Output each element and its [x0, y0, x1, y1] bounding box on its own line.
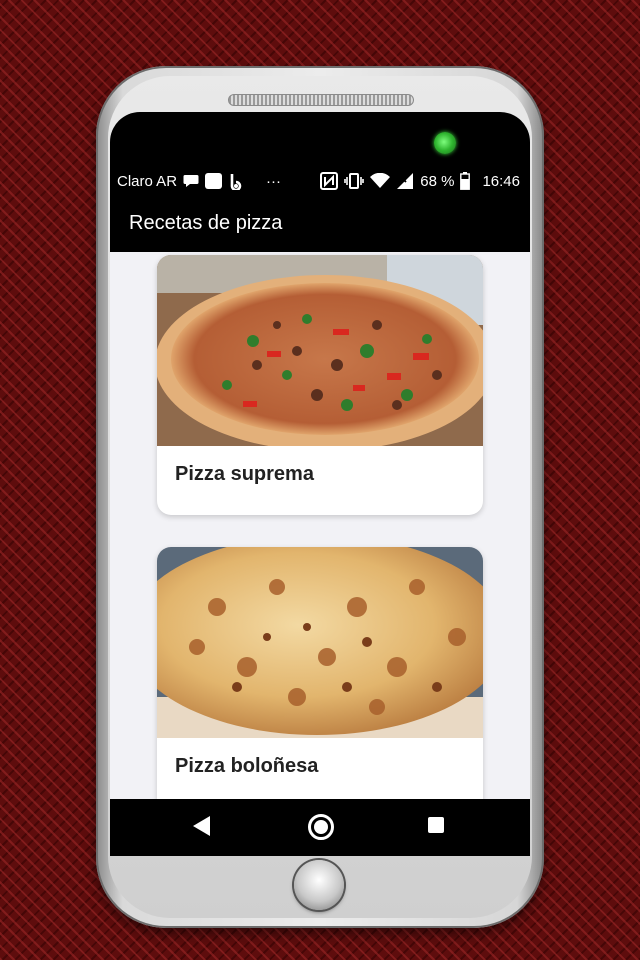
recipe-card-pizza-suprema[interactable]: Pizza suprema — [157, 255, 483, 515]
back-icon[interactable] — [193, 816, 210, 836]
battery-icon — [460, 172, 471, 190]
navigation-bar — [110, 799, 530, 856]
screen: Claro AR ··· 68 % 16:46 Recetas de pizza… — [110, 166, 530, 856]
battery-percent: 68 % — [420, 172, 455, 190]
more-notifications-dots: ··· — [266, 172, 282, 190]
wifi-icon — [370, 173, 391, 188]
vibrate-icon — [344, 173, 365, 189]
status-bar: Claro AR ··· 68 % 16:46 — [110, 166, 530, 196]
signal-icon — [397, 173, 414, 189]
recipe-title: Pizza suprema — [175, 463, 314, 485]
app-bar: Recetas de pizza — [110, 196, 530, 252]
pizza-bolonesa-image — [157, 547, 483, 738]
home-icon[interactable] — [308, 814, 334, 840]
recipe-list[interactable]: Pizza suprema Pizza boloñesa — [110, 252, 530, 799]
earpiece-speaker — [228, 94, 414, 106]
recipe-card-pizza-bolonesa[interactable]: Pizza boloñesa — [157, 547, 483, 799]
phone-frame: Claro AR ··· 68 % 16:46 Recetas de pizza… — [96, 66, 544, 928]
physical-home-button[interactable] — [294, 860, 344, 910]
front-camera-led — [434, 132, 456, 154]
pizza-suprema-image — [157, 255, 483, 446]
chat-bubble-icon — [183, 175, 199, 187]
square-app-icon — [205, 173, 223, 189]
recipe-title: Pizza boloñesa — [175, 755, 319, 777]
front-bezel — [110, 112, 530, 168]
clock: 16:46 — [482, 172, 520, 190]
page-title: Recetas de pizza — [129, 212, 283, 234]
carrier-label: Claro AR — [117, 172, 178, 190]
nfc-icon — [320, 172, 339, 190]
recents-icon[interactable] — [428, 817, 444, 833]
b-app-icon — [230, 174, 242, 190]
